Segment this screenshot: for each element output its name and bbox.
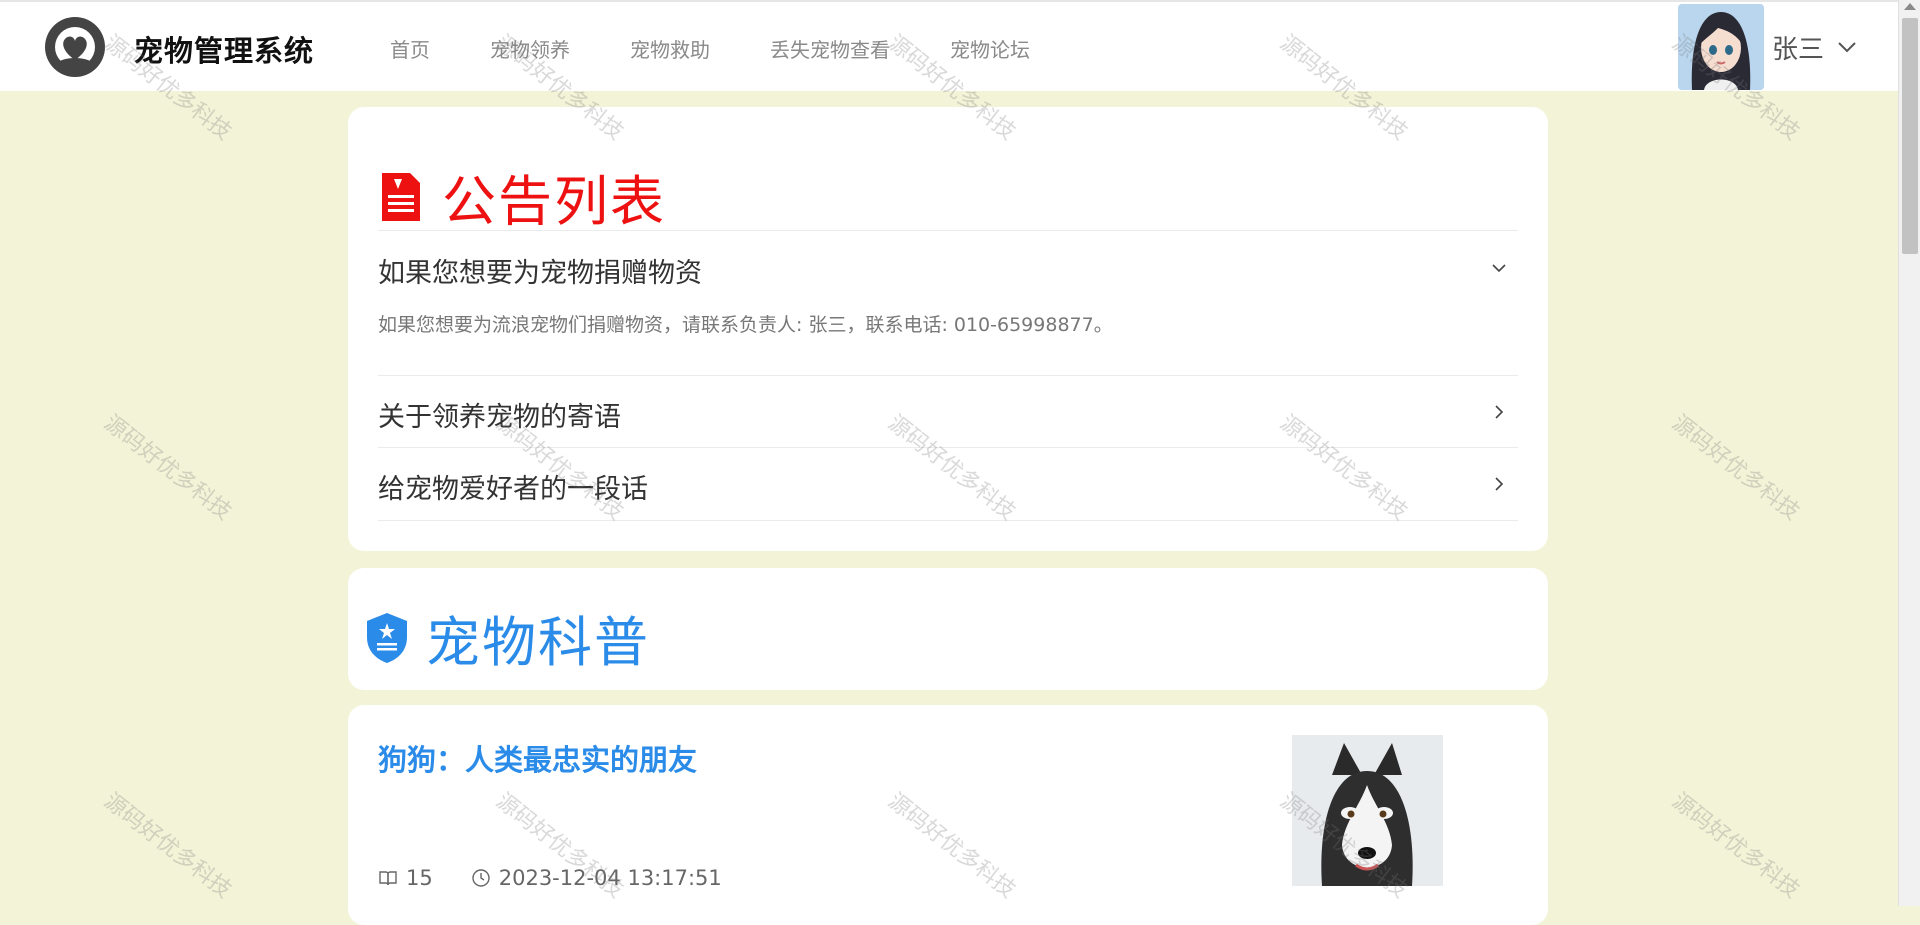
divider <box>378 447 1518 448</box>
accordion-title-pet-lovers[interactable]: 给宠物爱好者的一段话 <box>378 467 648 506</box>
chevron-down-icon[interactable] <box>1836 36 1858 58</box>
username[interactable]: 张三 <box>1772 29 1824 66</box>
notice-header: 公告列表 <box>380 157 666 236</box>
notice-title: 公告列表 <box>442 170 666 233</box>
book-icon <box>379 871 397 886</box>
article-meta: 15 2023-12-04 13:17:51 <box>378 866 722 890</box>
chevron-right-icon[interactable] <box>1490 403 1508 421</box>
nav-item-forum[interactable]: 宠物论坛 <box>950 34 1030 63</box>
article-card[interactable]: 狗狗：人类最忠实的朋友 15 2023-12-04 13:17:51 <box>348 705 1548 925</box>
accordion-content-donation: 如果您想要为流浪宠物们捐赠物资，请联系负责人: 张三，联系电话: 010-659… <box>378 314 1113 336</box>
article-title[interactable]: 狗狗：人类最忠实的朋友 <box>378 737 697 779</box>
nav-item-home[interactable]: 首页 <box>390 34 430 63</box>
shield-icon <box>367 612 407 663</box>
watermark: 源码好优多科技 <box>1667 410 1804 526</box>
scroll-thumb[interactable] <box>1902 18 1918 254</box>
avatar[interactable] <box>1677 4 1764 90</box>
divider <box>378 230 1518 231</box>
chevron-down-icon[interactable] <box>1490 259 1508 277</box>
watermark: 源码好优多科技 <box>1667 788 1804 904</box>
scroll-up-arrow-icon[interactable] <box>1904 3 1916 10</box>
notice-card: 公告列表 如果您想要为宠物捐赠物资 如果您想要为流浪宠物们捐赠物资，请联系负责人… <box>348 107 1548 551</box>
article-views: 15 <box>406 866 433 890</box>
chevron-right-icon[interactable] <box>1490 475 1508 493</box>
divider <box>378 520 1518 521</box>
accordion-title-donation[interactable]: 如果您想要为宠物捐赠物资 <box>378 251 702 290</box>
clock-icon <box>472 869 490 887</box>
nav-item-adoption[interactable]: 宠物领养 <box>490 34 570 63</box>
science-header: 宠物科普 <box>364 598 650 677</box>
science-card: 宠物科普 <box>348 568 1548 690</box>
nav-item-rescue[interactable]: 宠物救助 <box>630 34 710 63</box>
app-logo-icon[interactable] <box>44 16 106 78</box>
divider <box>378 375 1518 376</box>
article-time: 2023-12-04 13:17:51 <box>498 866 722 890</box>
app-title: 宠物管理系统 <box>134 34 315 68</box>
scrollbar[interactable] <box>1898 0 1920 906</box>
science-title: 宠物科普 <box>426 611 650 674</box>
user-menu[interactable]: 张三 <box>1677 4 1858 90</box>
top-header: 宠物管理系统 首页 宠物领养 宠物救助 丢失宠物查看 宠物论坛 张三 <box>0 0 1898 91</box>
accordion-title-adoption-message[interactable]: 关于领养宠物的寄语 <box>378 395 621 434</box>
watermark: 源码好优多科技 <box>99 410 236 526</box>
article-thumbnail[interactable] <box>1292 735 1443 886</box>
nav-item-lost-pets[interactable]: 丢失宠物查看 <box>770 34 890 63</box>
main-nav: 首页 宠物领养 宠物救助 丢失宠物查看 宠物论坛 <box>390 34 1090 63</box>
watermark: 源码好优多科技 <box>99 788 236 904</box>
document-icon <box>382 172 420 221</box>
